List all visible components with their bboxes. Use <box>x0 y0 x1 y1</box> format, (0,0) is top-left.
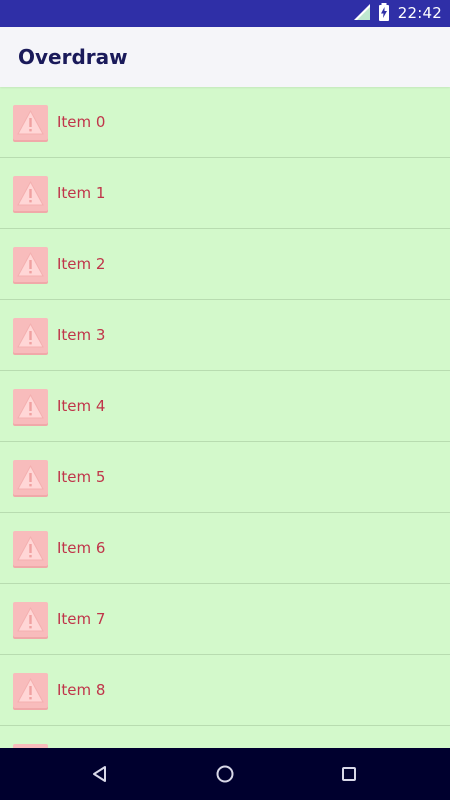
warning-icon <box>13 389 48 424</box>
status-bar: 22:42 <box>0 0 450 27</box>
warning-icon <box>13 105 48 140</box>
list-item-label: Item 8 <box>57 681 106 699</box>
list-item[interactable]: Item 7 <box>0 584 450 655</box>
back-icon <box>93 766 106 782</box>
warning-icon <box>13 176 48 211</box>
list-item-label: Item 4 <box>57 397 106 415</box>
screen: 22:42 Overdraw Item 0 Item 1 Item 2 Item 3I… <box>0 0 450 800</box>
app-bar: Overdraw <box>0 27 450 87</box>
warning-icon <box>13 531 48 566</box>
list-item-label: Item 2 <box>57 255 106 273</box>
page-title: Overdraw <box>18 45 128 69</box>
list-item[interactable] <box>0 726 450 748</box>
warning-icon <box>13 247 48 282</box>
list-item[interactable]: Item 3 <box>0 300 450 371</box>
signal-icon <box>353 3 370 24</box>
list-item[interactable]: Item 2 <box>0 229 450 300</box>
list-item[interactable]: Item 0 <box>0 87 450 158</box>
list-item-label: Item 3 <box>57 326 106 344</box>
list-item[interactable]: Item 1 <box>0 158 450 229</box>
list-item-label: Item 1 <box>57 184 106 202</box>
status-icons: 22:42 <box>353 0 442 27</box>
warning-icon <box>13 673 48 708</box>
list-item-label: Item 5 <box>57 468 106 486</box>
list-item[interactable]: Item 5 <box>0 442 450 513</box>
recents-icon <box>342 767 356 781</box>
status-time: 22:42 <box>397 4 442 22</box>
navigation-bar <box>0 748 450 800</box>
home-icon <box>216 765 234 783</box>
battery-charging-icon <box>378 2 390 25</box>
list-item[interactable]: Item 8 <box>0 655 450 726</box>
recents-button[interactable] <box>319 748 379 800</box>
warning-icon <box>13 460 48 495</box>
list-item[interactable]: Item 6 <box>0 513 450 584</box>
item-list[interactable]: Item 0 Item 1 Item 2 Item 3 Item 4 Item 5 Item… <box>0 87 450 748</box>
warning-icon <box>13 318 48 353</box>
list-item-label: Item 6 <box>57 539 106 557</box>
home-button[interactable] <box>195 748 255 800</box>
list-item-label: Item 7 <box>57 610 106 628</box>
list-item[interactable]: Item 4 <box>0 371 450 442</box>
warning-icon <box>13 602 48 637</box>
back-button[interactable] <box>70 748 130 800</box>
list-item-label: Item 0 <box>57 113 106 131</box>
